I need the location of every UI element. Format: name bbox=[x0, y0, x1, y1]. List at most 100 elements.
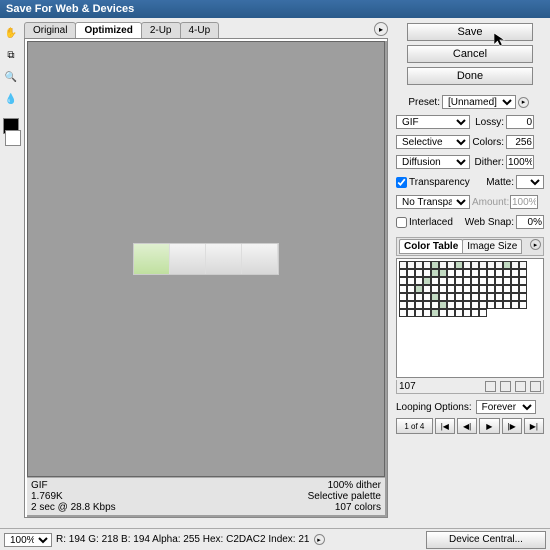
lock-color-icon[interactable] bbox=[500, 381, 511, 392]
matte-select[interactable] bbox=[516, 175, 544, 189]
color-swatch[interactable] bbox=[399, 301, 407, 309]
color-swatch[interactable] bbox=[471, 301, 479, 309]
tab-color-table[interactable]: Color Table bbox=[399, 239, 463, 254]
colors-input[interactable] bbox=[506, 135, 534, 149]
color-swatch[interactable] bbox=[399, 293, 407, 301]
color-swatch[interactable] bbox=[447, 309, 455, 317]
color-swatch[interactable] bbox=[463, 309, 471, 317]
done-button[interactable]: Done bbox=[407, 67, 533, 85]
format-select[interactable]: GIF bbox=[396, 115, 470, 129]
color-swatch[interactable] bbox=[495, 293, 503, 301]
color-swatch[interactable] bbox=[479, 301, 487, 309]
color-swatch[interactable] bbox=[463, 293, 471, 301]
tab-image-size[interactable]: Image Size bbox=[462, 239, 522, 254]
color-swatch[interactable] bbox=[487, 301, 495, 309]
color-swatch[interactable] bbox=[415, 261, 423, 269]
color-swatch[interactable] bbox=[511, 301, 519, 309]
tab-4up[interactable]: 4-Up bbox=[180, 22, 220, 38]
color-swatch[interactable] bbox=[495, 269, 503, 277]
zoom-select[interactable]: 100% bbox=[4, 533, 52, 547]
color-swatch[interactable] bbox=[439, 269, 447, 277]
color-swatch[interactable] bbox=[471, 285, 479, 293]
color-swatch[interactable] bbox=[439, 301, 447, 309]
preset-flyout-icon[interactable]: ▸ bbox=[518, 97, 529, 108]
color-swatch[interactable] bbox=[423, 309, 431, 317]
color-swatch[interactable] bbox=[495, 285, 503, 293]
color-swatch[interactable] bbox=[471, 309, 479, 317]
color-swatch[interactable] bbox=[463, 269, 471, 277]
color-swatch[interactable] bbox=[415, 309, 423, 317]
color-swatch[interactable] bbox=[479, 293, 487, 301]
hand-tool-icon[interactable]: ✋ bbox=[2, 24, 20, 42]
color-swatch[interactable] bbox=[455, 277, 463, 285]
lossy-input[interactable] bbox=[506, 115, 534, 129]
color-swatch[interactable] bbox=[447, 301, 455, 309]
color-swatch[interactable] bbox=[423, 269, 431, 277]
color-swatch[interactable] bbox=[455, 261, 463, 269]
looping-select[interactable]: Forever bbox=[476, 400, 536, 414]
color-swatch[interactable] bbox=[447, 269, 455, 277]
color-swatch[interactable] bbox=[487, 293, 495, 301]
color-swatch[interactable] bbox=[503, 261, 511, 269]
color-swatch[interactable] bbox=[431, 301, 439, 309]
device-central-button[interactable]: Device Central... bbox=[426, 531, 546, 549]
color-swatch[interactable] bbox=[495, 301, 503, 309]
color-swatch[interactable] bbox=[503, 285, 511, 293]
color-swatch[interactable] bbox=[439, 261, 447, 269]
color-swatch[interactable] bbox=[407, 293, 415, 301]
zoom-tool-icon[interactable]: 🔍 bbox=[2, 68, 20, 86]
color-swatch[interactable] bbox=[407, 261, 415, 269]
color-swatch[interactable] bbox=[519, 293, 527, 301]
color-swatch[interactable] bbox=[471, 269, 479, 277]
color-table[interactable] bbox=[396, 258, 544, 378]
color-swatch[interactable] bbox=[455, 269, 463, 277]
color-swatch[interactable] bbox=[479, 277, 487, 285]
status-flyout-icon[interactable]: ▸ bbox=[314, 534, 325, 545]
next-frame-button[interactable]: |▶ bbox=[502, 418, 522, 434]
snap-web-icon[interactable] bbox=[485, 381, 496, 392]
dither-input[interactable] bbox=[506, 155, 534, 169]
color-swatch[interactable] bbox=[439, 293, 447, 301]
color-swatch[interactable] bbox=[431, 277, 439, 285]
color-swatch[interactable] bbox=[399, 309, 407, 317]
color-swatch[interactable] bbox=[479, 261, 487, 269]
color-swatch[interactable] bbox=[503, 269, 511, 277]
color-swatch[interactable] bbox=[511, 269, 519, 277]
color-swatch[interactable] bbox=[423, 261, 431, 269]
color-swatch[interactable] bbox=[511, 285, 519, 293]
color-swatch[interactable] bbox=[511, 293, 519, 301]
color-swatch[interactable] bbox=[479, 309, 487, 317]
color-swatch[interactable] bbox=[399, 269, 407, 277]
color-swatch[interactable] bbox=[447, 293, 455, 301]
color-swatch[interactable] bbox=[407, 269, 415, 277]
color-swatch[interactable] bbox=[519, 285, 527, 293]
new-color-icon[interactable] bbox=[515, 381, 526, 392]
color-swatch[interactable] bbox=[431, 261, 439, 269]
color-swatch[interactable] bbox=[407, 309, 415, 317]
reduction-select[interactable]: Selective bbox=[396, 135, 470, 149]
trash-icon[interactable] bbox=[530, 381, 541, 392]
color-swatch[interactable] bbox=[511, 261, 519, 269]
first-frame-button[interactable]: |◀ bbox=[435, 418, 455, 434]
color-swatch[interactable] bbox=[447, 277, 455, 285]
tab-optimized[interactable]: Optimized bbox=[75, 22, 141, 38]
dither-method-select[interactable]: Diffusion bbox=[396, 155, 470, 169]
color-swatch[interactable] bbox=[399, 277, 407, 285]
play-button[interactable]: ▶ bbox=[479, 418, 499, 434]
color-swatch[interactable] bbox=[431, 285, 439, 293]
color-swatch[interactable] bbox=[415, 269, 423, 277]
color-swatch[interactable] bbox=[519, 301, 527, 309]
color-swatch[interactable] bbox=[423, 285, 431, 293]
color-swatch[interactable] bbox=[455, 309, 463, 317]
eyedropper-tool-icon[interactable]: 💧 bbox=[2, 90, 20, 108]
color-swatch[interactable] bbox=[431, 293, 439, 301]
color-swatch[interactable] bbox=[463, 301, 471, 309]
color-swatch[interactable] bbox=[471, 277, 479, 285]
color-swatch[interactable] bbox=[415, 285, 423, 293]
color-swatch[interactable] bbox=[487, 261, 495, 269]
color-swatch[interactable] bbox=[423, 293, 431, 301]
preview-area[interactable] bbox=[27, 41, 385, 477]
last-frame-button[interactable]: ▶| bbox=[524, 418, 544, 434]
color-swatch[interactable] bbox=[479, 285, 487, 293]
color-swatch[interactable] bbox=[415, 301, 423, 309]
